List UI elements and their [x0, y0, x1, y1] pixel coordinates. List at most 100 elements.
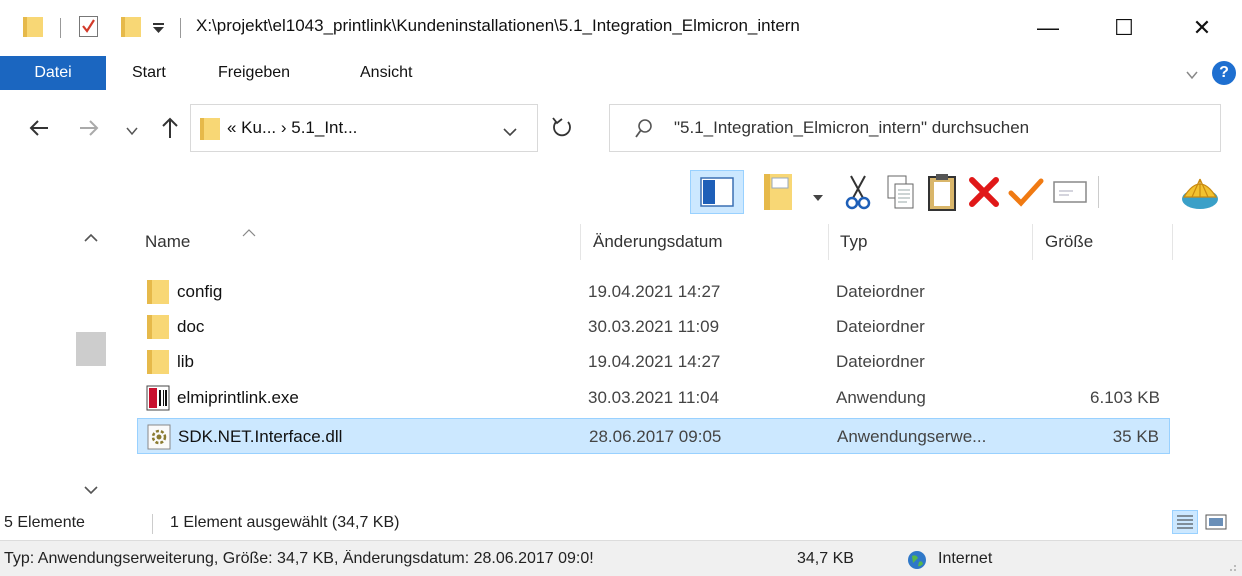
minimize-button[interactable]: —: [1018, 6, 1078, 50]
address-dropdown-icon[interactable]: [503, 123, 517, 143]
resize-grip-icon[interactable]: [1224, 559, 1238, 576]
refresh-icon[interactable]: [550, 114, 574, 145]
maximize-button[interactable]: ☐: [1094, 6, 1154, 50]
folder-icon: [199, 115, 221, 146]
exe-icon: [145, 384, 171, 412]
item-count: 5 Elemente: [4, 514, 85, 531]
globe-icon: [906, 549, 928, 576]
folder-icon: [22, 14, 44, 43]
preview-pane-button[interactable]: [690, 170, 744, 214]
dll-gear-icon: [146, 423, 172, 451]
column-header-date[interactable]: Änderungsdatum: [593, 224, 722, 260]
list-item-doc[interactable]: doc 30.03.2021 11:09 Dateiordner: [137, 309, 1170, 345]
column-divider[interactable]: [828, 224, 829, 260]
rename-button[interactable]: [1006, 172, 1046, 212]
list-item-elmiprintlink-exe[interactable]: elmiprintlink.exe 30.03.2021 11:04 Anwen…: [137, 380, 1170, 416]
delete-button[interactable]: [964, 172, 1004, 212]
file-type: Anwendung: [836, 388, 926, 407]
divider: [152, 514, 153, 534]
folder-icon: [145, 348, 171, 376]
layout-dropdown-icon[interactable]: [812, 188, 824, 208]
file-name: elmiprintlink.exe: [177, 388, 299, 407]
column-divider[interactable]: [1172, 224, 1173, 260]
search-icon: [634, 118, 654, 145]
security-zone: Internet: [938, 550, 993, 567]
cut-button[interactable]: [838, 172, 878, 212]
divider: [180, 18, 181, 38]
column-divider[interactable]: [580, 224, 581, 260]
back-arrow-icon[interactable]: [28, 118, 50, 143]
address-bar[interactable]: « Ku... › 5.1_Int...: [190, 104, 538, 152]
navigation-bar: « Ku... › 5.1_Int...: [0, 100, 1242, 160]
list-item-config[interactable]: config 19.04.2021 14:27 Dateiordner: [137, 274, 1170, 310]
list-item-lib[interactable]: lib 19.04.2021 14:27 Dateiordner: [137, 344, 1170, 380]
forward-arrow-icon[interactable]: [78, 118, 100, 143]
copy-button[interactable]: [880, 172, 920, 212]
shell-extension-button[interactable]: [1180, 172, 1220, 212]
folder-icon: [145, 313, 171, 341]
file-details: Typ: Anwendungserweiterung, Größe: 34,7 …: [4, 550, 594, 567]
address-breadcrumb[interactable]: « Ku... › 5.1_Int...: [227, 118, 357, 138]
column-divider[interactable]: [1032, 224, 1033, 260]
search-input[interactable]: [674, 115, 1204, 141]
folder-icon: [145, 278, 171, 306]
checkmark-icon: [1008, 178, 1044, 207]
sort-ascending-icon: [242, 222, 256, 242]
preview-pane-icon: [700, 177, 734, 207]
shell-icon: [1182, 178, 1218, 209]
list-item-sdk-dll[interactable]: SDK.NET.Interface.dll 28.06.2017 09:05 A…: [137, 418, 1170, 454]
divider: [1098, 176, 1099, 208]
selection-info: 1 Element ausgewählt (34,7 KB): [170, 514, 400, 531]
file-type: Dateiordner: [836, 317, 925, 336]
folder-layout-icon: [764, 174, 792, 210]
ribbon-tabs: Datei Start Freigeben Ansicht ?: [0, 56, 1242, 92]
paste-button[interactable]: [922, 172, 962, 212]
file-name: lib: [177, 352, 195, 371]
copy-icon: [887, 175, 914, 209]
scroll-down-icon[interactable]: [84, 480, 98, 500]
help-button[interactable]: ?: [1212, 61, 1236, 85]
envelope-icon: [1053, 181, 1087, 203]
properties-check-icon[interactable]: [78, 14, 100, 43]
email-button[interactable]: [1050, 172, 1090, 212]
column-header-size[interactable]: Größe: [1045, 224, 1093, 260]
column-header-name[interactable]: Name: [145, 224, 190, 260]
file-date: 30.03.2021 11:09: [588, 317, 720, 336]
file-date: 19.04.2021 14:27: [588, 282, 721, 301]
title-bar: X:\projekt\el1043_printlink\Kundeninstal…: [0, 0, 1242, 56]
tab-start[interactable]: Start: [132, 56, 166, 90]
large-icons-view-button[interactable]: [1204, 512, 1228, 537]
file-type: Dateiordner: [836, 282, 925, 301]
large-icons-view-icon: [1205, 514, 1227, 530]
recent-locations-chevron-icon[interactable]: [126, 122, 138, 142]
search-box[interactable]: [609, 104, 1221, 152]
up-arrow-icon[interactable]: [160, 116, 180, 145]
details-status-bar: Typ: Anwendungserweiterung, Größe: 34,7 …: [0, 540, 1242, 576]
delete-x-icon: [969, 177, 999, 207]
file-date: 30.03.2021 11:04: [588, 388, 720, 407]
column-header-type[interactable]: Typ: [840, 224, 867, 260]
new-folder-icon[interactable]: [120, 14, 142, 43]
file-date: 19.04.2021 14:27: [588, 352, 721, 371]
chevron-down-icon[interactable]: [1186, 66, 1198, 80]
file-size: 35 KB: [1112, 427, 1159, 446]
window-title: X:\projekt\el1043_printlink\Kundeninstal…: [196, 16, 800, 35]
tab-file[interactable]: Datei: [0, 56, 106, 90]
scissors-icon: [845, 175, 871, 210]
file-date: 28.06.2017 09:05: [589, 427, 722, 446]
status-bar: 5 Elemente 1 Element ausgewählt (34,7 KB…: [0, 508, 1242, 538]
customize-toolbar-icon[interactable]: [152, 20, 166, 40]
layout-button[interactable]: [760, 172, 800, 212]
file-name: doc: [177, 317, 205, 336]
scrollbar-thumb[interactable]: [76, 332, 106, 366]
scroll-up-icon[interactable]: [84, 228, 98, 248]
file-type: Dateiordner: [836, 352, 925, 371]
divider: [60, 18, 61, 38]
file-type: Anwendungserwe...: [837, 427, 987, 446]
details-view-button[interactable]: [1172, 510, 1198, 534]
details-view-icon: [1177, 515, 1193, 529]
tab-view[interactable]: Ansicht: [360, 56, 412, 90]
tab-share[interactable]: Freigeben: [218, 56, 290, 90]
file-name: config: [177, 282, 223, 301]
close-button[interactable]: ✕: [1172, 6, 1232, 50]
